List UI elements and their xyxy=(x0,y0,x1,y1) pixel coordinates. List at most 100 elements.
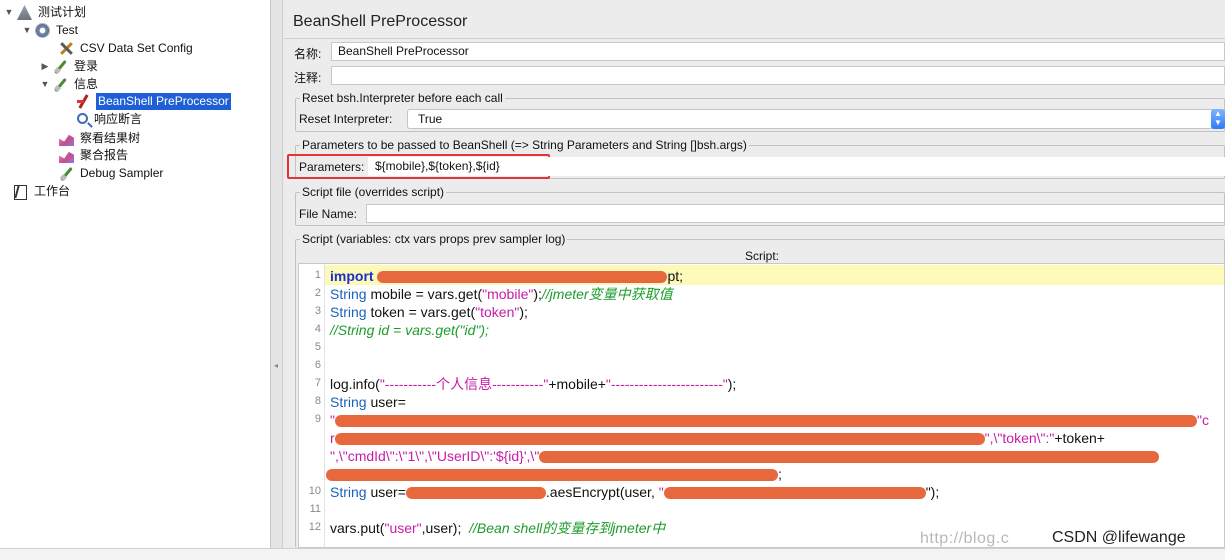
code-text: token = vars.get( xyxy=(366,304,476,320)
expand-arrow-icon[interactable]: ▼ xyxy=(22,22,32,39)
code-comment: //String id = vars.get("id"); xyxy=(330,322,489,338)
comment-field[interactable] xyxy=(331,66,1225,85)
test-plan-icon xyxy=(17,5,32,20)
code-text: user= xyxy=(366,394,406,410)
code-line: String user= .aesEncrypt(user, " "); xyxy=(330,483,939,501)
collapsed-arrow-icon[interactable]: ▶ xyxy=(40,58,50,75)
code-line: " "c xyxy=(330,411,1209,429)
code-comment: //Bean shell的变量存到jmeter中 xyxy=(469,520,666,536)
comment-label: 注释: xyxy=(294,71,322,85)
code-string: "user" xyxy=(384,520,422,536)
code-line: vars.put("user",user); //Bean shell的变量存到… xyxy=(330,519,665,537)
file-name-label: File Name: xyxy=(299,207,358,221)
element-config-panel: BeanShell PreProcessor 名称: BeanShell Pre… xyxy=(284,0,1225,548)
code-line: r ",\"token\":"+token+ xyxy=(330,429,1105,447)
line-number: 7 xyxy=(314,377,321,389)
tree-node-label: 响应断言 xyxy=(94,112,143,126)
tree-node-debug-sampler[interactable]: Debug Sampler xyxy=(46,165,165,182)
tree-node-label: 聚合报告 xyxy=(80,148,129,162)
code-text: vars.put( xyxy=(330,520,385,536)
name-label: 名称: xyxy=(294,47,322,61)
sampler-pipette-icon xyxy=(59,166,74,181)
code-text: +mobile+ xyxy=(548,376,606,392)
code-type: String xyxy=(330,394,367,410)
tree-node-response-assertion[interactable]: 响应断言 xyxy=(64,111,144,128)
tree-node-login[interactable]: ▶ 登录 xyxy=(40,58,100,75)
tree-node-label: 信息 xyxy=(74,77,99,91)
tree-node-test[interactable]: ▼ Test xyxy=(22,22,80,39)
thread-group-gear-icon xyxy=(35,23,50,38)
tree-node-beanshell-preprocessor[interactable]: BeanShell PreProcessor xyxy=(64,93,231,110)
parameters-field[interactable]: ${mobile},${token},${id} xyxy=(368,157,1225,176)
code-string: ",\"token\":" xyxy=(984,430,1055,446)
line-number: 2 xyxy=(314,287,321,299)
line-number: 4 xyxy=(314,323,321,335)
reset-interpreter-dropdown[interactable]: True ▲ ▼ xyxy=(407,109,1225,129)
script-caption: Script: xyxy=(745,249,780,263)
code-keyword: import xyxy=(330,268,374,284)
code-line: String token = vars.get("token"); xyxy=(330,303,528,321)
code-text: user= xyxy=(366,484,406,500)
parameters-label: Parameters: xyxy=(299,160,365,174)
code-text: .aesEncrypt(user, xyxy=(545,484,659,500)
code-type: String xyxy=(330,484,367,500)
code-type: String xyxy=(330,304,367,320)
line-number: 10 xyxy=(308,485,321,497)
file-name-field[interactable] xyxy=(366,204,1225,223)
script-editor[interactable]: 1 2 3 4 5 6 7 8 9 10 11 12 import pt; St… xyxy=(298,263,1225,548)
line-number-gutter: 1 2 3 4 5 6 7 8 9 10 11 12 xyxy=(299,264,325,547)
redaction-mark xyxy=(405,487,546,500)
tree-node-label: BeanShell PreProcessor xyxy=(96,93,231,110)
code-text: pt; xyxy=(667,268,684,284)
sampler-pipette-icon xyxy=(53,59,68,74)
code-text: ,user); xyxy=(421,520,462,536)
test-plan-tree: ▼ 测试计划 ▼ Test CSV Data Set Config ▶ 登录 ▼… xyxy=(0,0,271,548)
panel-title: BeanShell PreProcessor xyxy=(293,13,468,30)
code-line: //String id = vars.get("id"); xyxy=(330,321,489,339)
code-string: r xyxy=(330,430,335,446)
code-string: "-----------个人信息-----------" xyxy=(379,376,549,392)
code-string: " xyxy=(658,484,664,500)
code-line: import pt; xyxy=(330,267,683,285)
dropdown-value: True xyxy=(418,112,443,126)
tree-node-info[interactable]: ▼ 信息 xyxy=(40,76,100,93)
code-line: String user= xyxy=(330,393,406,411)
line-number: 1 xyxy=(314,269,321,281)
splitter-grip-icon[interactable]: ◂ xyxy=(274,361,278,370)
name-field[interactable]: BeanShell PreProcessor xyxy=(331,42,1225,61)
redaction-mark xyxy=(334,433,985,446)
tree-node-test-plan[interactable]: ▼ 测试计划 xyxy=(4,4,88,21)
code-text: ); xyxy=(533,286,542,302)
reset-interpreter-label: Reset Interpreter: xyxy=(299,112,393,126)
tree-node-result-tree[interactable]: 察看结果树 xyxy=(46,130,142,147)
tree-node-label: 登录 xyxy=(74,59,99,73)
group-title: Script (variables: ctx vars props prev s… xyxy=(300,232,568,246)
line-number: 9 xyxy=(314,413,321,425)
tree-node-label: CSV Data Set Config xyxy=(80,41,193,55)
code-line: log.info("-----------个人信息-----------"+mo… xyxy=(330,375,736,393)
code-text: ); xyxy=(727,376,737,392)
group-title: Parameters to be passed to BeanShell (=>… xyxy=(300,138,749,152)
expand-arrow-icon[interactable]: ▼ xyxy=(40,76,50,93)
redaction-mark xyxy=(334,415,1197,428)
config-tools-icon xyxy=(59,41,74,56)
group-title: Reset bsh.Interpreter before each call xyxy=(300,91,505,105)
workbench-icon xyxy=(13,184,28,200)
bottom-edge xyxy=(0,548,1225,560)
code-text: ); xyxy=(519,304,528,320)
listener-chart-icon xyxy=(59,134,74,146)
redaction-mark xyxy=(539,451,1160,464)
expand-arrow-icon[interactable]: ▼ xyxy=(4,4,14,21)
code-type: String xyxy=(330,286,367,302)
tree-node-aggregate-report[interactable]: 聚合报告 xyxy=(46,147,130,164)
code-comment: //jmeter变量中获取值 xyxy=(541,286,673,302)
code-line: ",\"cmdId\":\"1\",\"UserID\":'${id}',\" xyxy=(330,447,1160,465)
code-text: log.info( xyxy=(330,376,380,392)
tree-node-workbench[interactable]: 工作台 xyxy=(10,183,72,200)
code-string: "------------------------" xyxy=(605,376,728,392)
tree-node-label: Debug Sampler xyxy=(80,166,164,180)
code-string: "c xyxy=(1196,412,1209,428)
dropdown-chevron-icon[interactable]: ▲ ▼ xyxy=(1211,109,1225,129)
split-pane-divider[interactable]: ◂ xyxy=(271,0,283,548)
tree-node-csv-config[interactable]: CSV Data Set Config xyxy=(46,40,195,57)
